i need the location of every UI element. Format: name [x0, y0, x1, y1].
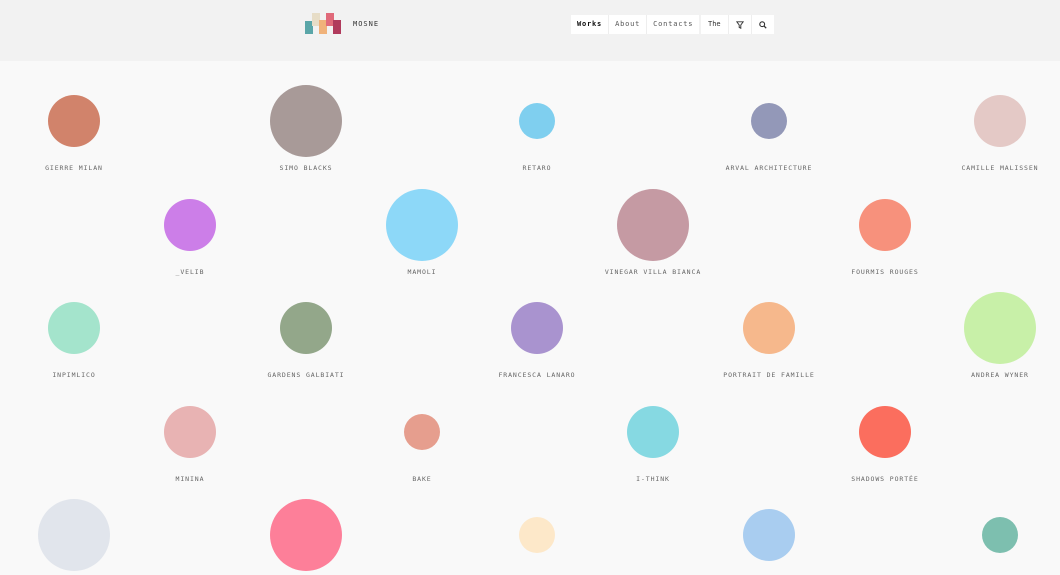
search-icon[interactable] [752, 15, 774, 34]
work-item[interactable] [0, 475, 164, 575]
work-dot[interactable] [859, 406, 911, 458]
work-item[interactable] [679, 475, 859, 575]
work-item[interactable]: FOURMIS ROUGES [795, 165, 975, 276]
work-dot[interactable] [982, 517, 1018, 553]
work-item[interactable]: SHADOWS PORTÉE [795, 372, 975, 483]
work-item[interactable]: I-THINK [563, 372, 743, 483]
language-button[interactable]: The [701, 15, 729, 34]
work-dot[interactable] [974, 95, 1026, 147]
works-grid: GIERRE MILAN SIMO BLACKS RETARO ARVAL ARCHI… [0, 61, 1060, 571]
work-item[interactable]: ANDREA WYNER [910, 268, 1060, 379]
work-dot[interactable] [48, 95, 100, 147]
work-item[interactable]: _VELIB [100, 165, 280, 276]
nav-contacts[interactable]: Contacts [647, 15, 699, 34]
work-item[interactable]: BAKE [332, 372, 512, 483]
brand-name[interactable]: MOSNE [353, 20, 379, 28]
work-item[interactable]: VINEGAR VILLA BIANCA [563, 165, 743, 276]
filter-icon[interactable] [729, 15, 752, 34]
work-item[interactable] [216, 475, 396, 575]
work-dot[interactable] [519, 103, 555, 139]
work-dot[interactable] [386, 189, 458, 261]
work-dot[interactable] [859, 199, 911, 251]
work-item[interactable]: GARDENS GALBIATI [216, 268, 396, 379]
work-item[interactable]: INPIMLICO [0, 268, 164, 379]
work-item[interactable]: ARVAL ARCHITECTURE [679, 61, 859, 172]
nav-about[interactable]: About [609, 15, 648, 34]
work-item[interactable]: SIMO BLACKS [216, 61, 396, 172]
work-item[interactable] [910, 475, 1060, 575]
work-item[interactable] [447, 475, 627, 575]
work-dot[interactable] [519, 517, 555, 553]
work-item[interactable]: PORTRAIT DE FAMILLE [679, 268, 859, 379]
work-item[interactable]: RETARO [447, 61, 627, 172]
work-dot[interactable] [48, 302, 100, 354]
work-dot[interactable] [164, 199, 216, 251]
main-nav: Works About Contacts [571, 15, 700, 34]
work-dot[interactable] [617, 189, 689, 261]
work-dot[interactable] [743, 509, 795, 561]
mosne-logo[interactable] [305, 13, 341, 34]
site-header: MOSNE Works About Contacts The [0, 0, 1060, 61]
work-dot[interactable] [751, 103, 787, 139]
work-item[interactable]: MININA [100, 372, 280, 483]
work-dot[interactable] [270, 499, 342, 571]
logo-block-crimson [333, 20, 341, 34]
work-dot[interactable] [164, 406, 216, 458]
work-item[interactable]: MAMOLI [332, 165, 512, 276]
nav-works[interactable]: Works [571, 15, 610, 34]
toolbar: The [701, 15, 774, 34]
work-dot[interactable] [38, 499, 110, 571]
work-item[interactable]: GIERRE MILAN [0, 61, 164, 172]
work-item[interactable]: FRANCESCA LANARO [447, 268, 627, 379]
work-dot[interactable] [511, 302, 563, 354]
work-dot[interactable] [404, 414, 440, 450]
work-dot[interactable] [270, 85, 342, 157]
work-dot[interactable] [627, 406, 679, 458]
work-dot[interactable] [280, 302, 332, 354]
work-dot[interactable] [743, 302, 795, 354]
work-dot[interactable] [964, 292, 1036, 364]
work-item[interactable]: CAMILLE MALISSEN [910, 61, 1060, 172]
